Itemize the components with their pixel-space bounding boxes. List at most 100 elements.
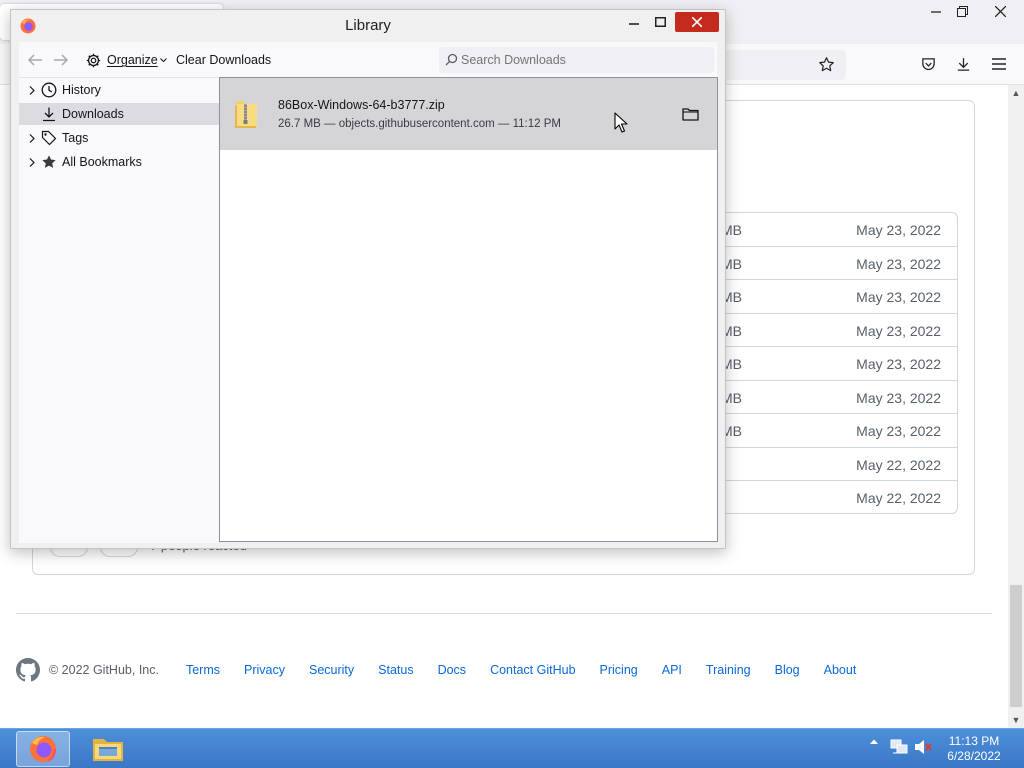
chevron-right-icon[interactable] [26, 85, 38, 95]
sidebar-item-label: Tags [62, 131, 89, 145]
scrollbar-thumb[interactable] [1010, 585, 1022, 707]
library-close-button[interactable] [675, 12, 719, 32]
library-maximize-button[interactable] [649, 12, 671, 32]
footer-link-terms[interactable]: Terms [186, 663, 220, 677]
asset-row[interactable]: May 22, 2022 [691, 481, 957, 513]
clock-date: 6/28/2022 [947, 749, 1001, 763]
asset-row[interactable]: MB May 23, 2022 [691, 347, 957, 381]
forward-button[interactable] [53, 48, 69, 72]
download-details: 26.7 MB — objects.githubusercontent.com … [278, 118, 561, 130]
chevron-up-icon [870, 739, 878, 744]
page-scrollbar[interactable]: ▲ ▼ [1008, 85, 1024, 728]
close-icon [692, 17, 702, 27]
library-window: Library Organize Clear Downloads Search … [10, 9, 726, 549]
sidebar-item-tags[interactable]: Tags [19, 127, 219, 149]
download-icon [957, 57, 969, 71]
pocket-button[interactable] [918, 54, 938, 74]
asset-row[interactable]: MB May 23, 2022 [691, 381, 957, 414]
download-icon [41, 106, 57, 122]
asset-date: May 23, 2022 [856, 289, 941, 305]
volume-tray-button[interactable] [913, 739, 933, 755]
footer-copyright: © 2022 GitHub, Inc. [49, 663, 159, 677]
asset-date: May 23, 2022 [856, 423, 941, 439]
search-downloads-input[interactable] [461, 47, 711, 73]
chevron-right-icon[interactable] [26, 133, 38, 143]
back-button[interactable] [27, 48, 43, 72]
chevron-right-icon[interactable] [26, 157, 38, 167]
scroll-down-arrow[interactable]: ▼ [1008, 712, 1024, 728]
footer-link-security[interactable]: Security [309, 663, 354, 677]
downloads-button[interactable] [953, 54, 973, 74]
asset-row[interactable]: MB May 23, 2022 [691, 280, 957, 314]
show-hidden-icons-button[interactable] [867, 739, 881, 744]
asset-date: May 23, 2022 [856, 255, 941, 272]
folder-icon [681, 108, 699, 121]
browser-restore-button[interactable] [944, 0, 980, 22]
footer-link-status[interactable]: Status [378, 663, 413, 677]
asset-date: May 22, 2022 [856, 456, 941, 473]
taskbar-explorer-button[interactable] [81, 731, 135, 767]
footer-link-pricing[interactable]: Pricing [600, 663, 638, 677]
asset-row[interactable]: MB May 23, 2022 [691, 314, 957, 347]
sidebar-item-downloads[interactable]: Downloads [19, 103, 219, 125]
file-explorer-icon [93, 739, 123, 761]
star-icon [41, 154, 57, 170]
search-icon [445, 53, 458, 66]
site-footer: © 2022 GitHub, Inc. Terms Privacy Securi… [16, 655, 880, 685]
library-title: Library [345, 17, 391, 34]
bookmark-star-button[interactable] [816, 54, 836, 74]
organize-menu-button[interactable]: Organize [85, 48, 167, 72]
library-minimize-button[interactable] [623, 12, 645, 32]
footer-link-docs[interactable]: Docs [438, 663, 466, 677]
scroll-up-arrow[interactable]: ▲ [1008, 85, 1024, 101]
mouse-cursor-icon [614, 112, 628, 133]
windows-taskbar: 11:13 PM 6/28/2022 [0, 728, 1024, 768]
sidebar-item-history[interactable]: History [19, 79, 219, 101]
footer-link-blog[interactable]: Blog [775, 663, 800, 677]
taskbar-firefox-button[interactable] [16, 731, 70, 767]
footer-link-api[interactable]: API [662, 663, 682, 677]
asset-date: May 23, 2022 [856, 322, 941, 339]
download-filename: 86Box-Windows-64-b3777.zip [278, 98, 445, 112]
network-tray-button[interactable] [889, 739, 909, 755]
maximize-icon [654, 17, 666, 27]
volume-muted-icon [915, 740, 932, 754]
github-logo-icon[interactable] [16, 658, 40, 682]
asset-row[interactable]: MB May 23, 2022 [691, 414, 957, 448]
show-in-folder-button[interactable] [680, 105, 700, 123]
system-clock[interactable]: 11:13 PM 6/28/2022 [940, 734, 1008, 764]
footer-link-privacy[interactable]: Privacy [244, 663, 285, 677]
asset-date: May 23, 2022 [856, 222, 941, 238]
library-toolbar: Organize Clear Downloads [19, 42, 717, 78]
sidebar-item-label: Downloads [62, 107, 124, 121]
clock-icon [41, 82, 57, 98]
library-sidebar: History Downloads Tags All Bookmarks [19, 78, 219, 543]
sidebar-item-label: History [62, 83, 101, 97]
footer-link-training[interactable]: Training [706, 663, 751, 677]
close-icon [994, 5, 1006, 17]
network-icon [890, 739, 908, 754]
gear-icon [86, 53, 101, 67]
browser-close-button[interactable] [982, 0, 1018, 22]
zip-folder-icon [235, 101, 257, 128]
clear-downloads-button[interactable]: Clear Downloads [176, 48, 271, 72]
footer-link-contact[interactable]: Contact GitHub [490, 663, 575, 677]
minimize-icon [629, 23, 639, 25]
library-titlebar[interactable]: Library [11, 10, 725, 40]
sidebar-item-label: All Bookmarks [62, 155, 142, 169]
app-menu-button[interactable] [989, 54, 1009, 74]
sidebar-item-all-bookmarks[interactable]: All Bookmarks [19, 151, 219, 173]
search-downloads-box[interactable] [439, 47, 714, 73]
pocket-icon [921, 57, 935, 70]
footer-divider [16, 613, 992, 614]
asset-date: May 23, 2022 [856, 356, 941, 372]
asset-row[interactable]: May 22, 2022 [691, 448, 957, 481]
firefox-logo-icon [30, 736, 56, 762]
footer-link-about[interactable]: About [824, 663, 857, 677]
star-outline-icon [818, 56, 834, 71]
asset-row[interactable]: MB May 23, 2022 [691, 213, 957, 247]
asset-row[interactable]: MB May 23, 2022 [691, 247, 957, 280]
minimize-icon [931, 11, 941, 13]
hamburger-menu-icon [992, 58, 1006, 70]
download-item[interactable]: 86Box-Windows-64-b3777.zip 26.7 MB — obj… [220, 78, 717, 150]
